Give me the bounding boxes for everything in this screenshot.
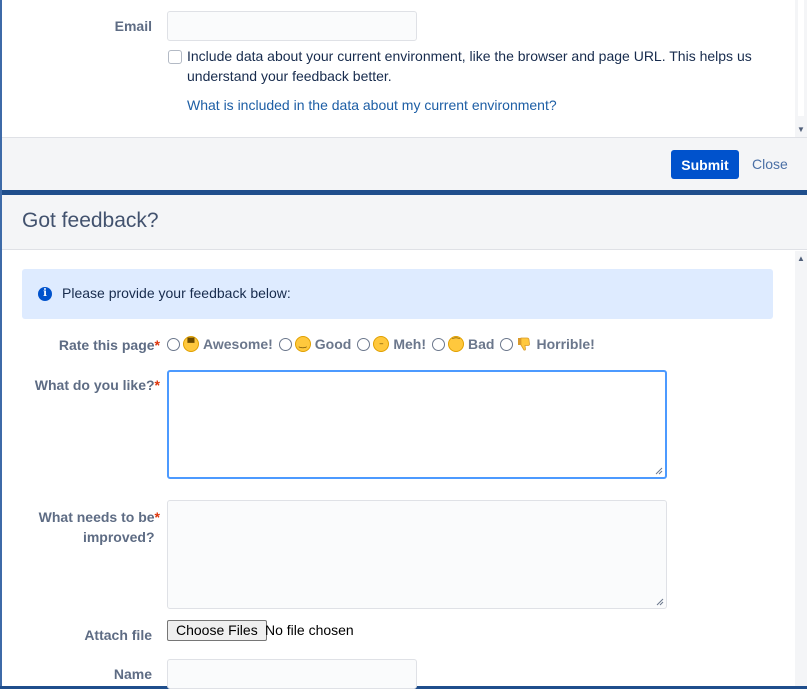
rating-label-awesome: Awesome!: [203, 336, 273, 352]
frowning-face-icon: ⁀: [448, 336, 464, 352]
dialog-scrollbar[interactable]: ▲: [795, 251, 807, 686]
rating-radio-good[interactable]: [278, 337, 292, 351]
rate-page-label: Rate this page*: [2, 337, 160, 353]
attach-file-label: Attach file: [84, 627, 152, 643]
grinning-face-icon: ▀: [183, 336, 199, 352]
got-feedback-dialog: Got feedback? i Please provide your feed…: [2, 195, 807, 689]
name-field[interactable]: [167, 659, 417, 689]
like-label-text: What do you like?: [34, 377, 155, 393]
dialog-footer: Submit Close: [2, 137, 807, 190]
rating-label-horrible: Horrible!: [536, 336, 595, 352]
rating-options: ▀ Awesome! ‿ Good – Meh! ⁀ Bad Horrible!: [167, 335, 601, 353]
dialog-content: Email Include data about your current en…: [2, 0, 795, 137]
required-marker: *: [154, 509, 160, 525]
resize-grip-icon[interactable]: [656, 598, 664, 606]
like-textarea[interactable]: [167, 370, 667, 479]
scroll-down-arrow-icon[interactable]: ▼: [797, 126, 805, 134]
rating-label-meh: Meh!: [393, 336, 426, 352]
rating-radio-bad[interactable]: [432, 337, 445, 351]
rating-label-good: Good: [314, 336, 352, 352]
info-message: i Please provide your feedback below:: [22, 269, 773, 319]
thumbs-down-icon: [516, 336, 532, 352]
info-text: Please provide your feedback below:: [62, 285, 291, 301]
rating-label-bad: Bad: [468, 336, 495, 352]
dialog-header: Got feedback?: [2, 195, 807, 250]
like-label: What do you like?*: [2, 377, 160, 393]
share-feedback-dialog: Email Include data about your current en…: [2, 0, 807, 190]
improve-label-text: What needs to be improved?: [38, 509, 155, 545]
dialog-title: Got feedback?: [22, 209, 159, 232]
scroll-up-arrow-icon[interactable]: ▲: [797, 255, 805, 263]
dialog-scrollbar[interactable]: ▼: [795, 0, 807, 137]
email-label: Email: [114, 18, 152, 34]
include-environment-checkbox[interactable]: [168, 50, 182, 64]
name-label: Name: [113, 666, 152, 682]
resize-grip-icon[interactable]: [655, 467, 663, 475]
close-button[interactable]: Close: [752, 156, 788, 172]
rating-radio-horrible[interactable]: [500, 337, 514, 351]
rating-radio-meh[interactable]: [357, 337, 371, 351]
choose-files-button[interactable]: Choose Files: [167, 620, 267, 641]
rate-page-label-text: Rate this page: [58, 337, 155, 353]
rating-radio-awesome[interactable]: [167, 337, 180, 351]
improve-label: What needs to be improved?*: [2, 507, 160, 547]
submit-button[interactable]: Submit: [671, 150, 739, 179]
required-marker: *: [154, 377, 160, 393]
scrollbar-thumb[interactable]: [798, 0, 804, 116]
email-field[interactable]: [167, 11, 417, 41]
slightly-smiling-face-icon: ‿: [294, 336, 311, 352]
neutral-face-icon: –: [373, 336, 390, 352]
dialog-body: i Please provide your feedback below: Ra…: [2, 251, 795, 686]
environment-data-link[interactable]: What is included in the data about my cu…: [187, 97, 557, 113]
info-icon: i: [38, 287, 52, 301]
required-marker: *: [154, 337, 160, 353]
file-status-text: No file chosen: [265, 622, 354, 638]
include-environment-text: Include data about your current environm…: [187, 48, 752, 84]
improve-textarea[interactable]: [167, 500, 667, 609]
